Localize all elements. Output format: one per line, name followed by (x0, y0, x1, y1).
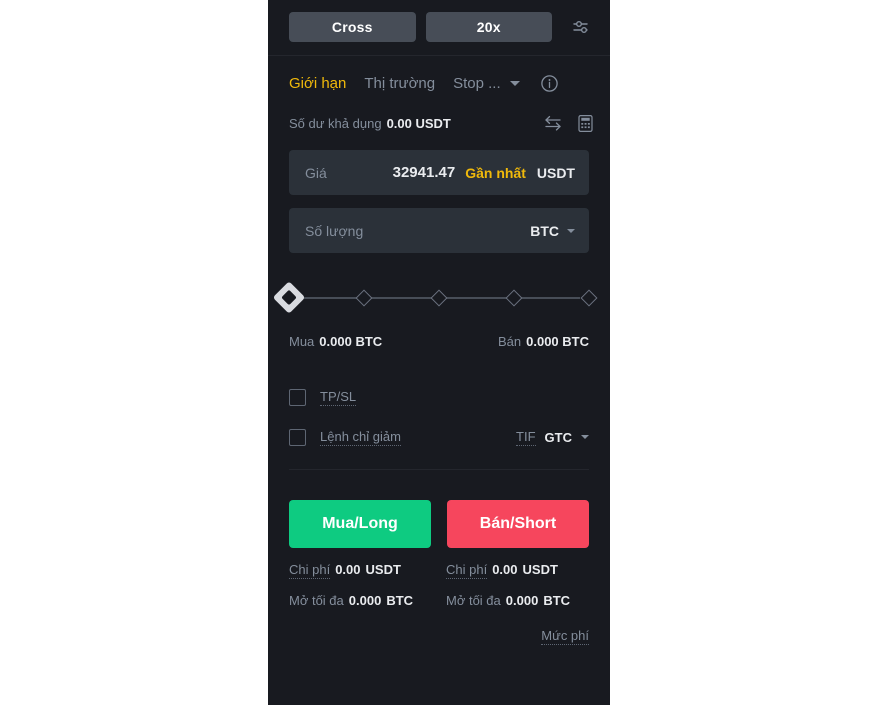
sell-max-group: Mở tối đa 0.000 BTC (432, 593, 589, 608)
buy-cost-unit: USDT (365, 562, 401, 577)
reduce-only-row: Lệnh chỉ giảm TIF GTC (289, 417, 589, 457)
info-circle-icon[interactable] (540, 74, 559, 93)
price-input[interactable]: 32941.47 (327, 164, 465, 181)
buy-qty-label: Mua (289, 334, 315, 349)
tif-value[interactable]: GTC (545, 430, 572, 445)
max-row: Mở tối đa 0.000 BTC Mở tối đa 0.000 BTC (289, 593, 589, 608)
tab-stop[interactable]: Stop ... (453, 75, 520, 92)
amount-input[interactable]: Số lượng (305, 223, 363, 239)
price-label: Giá (305, 164, 327, 181)
available-balance-label: Số dư khả dụng (289, 115, 382, 131)
reduce-only-checkbox[interactable] (289, 428, 306, 446)
tpsl-label[interactable]: TP/SL (320, 389, 357, 406)
buy-long-button[interactable]: Mua/Long (289, 500, 431, 548)
buy-max-value: 0.000 (348, 593, 382, 608)
action-buttons: Mua/Long Bán/Short (289, 500, 589, 548)
margin-mode-button[interactable]: Cross (289, 12, 416, 42)
buy-cost-value: 0.00 (335, 562, 361, 577)
fee-row: Mức phí (289, 628, 589, 645)
buy-qty-value: 0.000 BTC (319, 334, 383, 349)
sell-short-button[interactable]: Bán/Short (447, 500, 589, 548)
sell-max-label: Mở tối đa (446, 593, 501, 608)
amount-percent-slider[interactable] (272, 281, 598, 314)
sell-cost-label[interactable]: Chi phí (446, 562, 488, 579)
available-balance-value: 0.00 USDT (386, 115, 451, 131)
price-field[interactable]: Giá 32941.47 Gần nhất USDT (289, 150, 589, 195)
order-entry-panel: Cross 20x Giới hạn Thị trường Stop ... S… (268, 0, 610, 705)
sell-cost-value: 0.00 (492, 562, 518, 577)
fee-link[interactable]: Mức phí (541, 628, 589, 645)
tpsl-row: TP/SL (289, 377, 589, 417)
sell-qty-value: 0.000 BTC (526, 334, 589, 349)
sell-max-value: 0.000 (505, 593, 539, 608)
buy-max-group: Mở tối đa 0.000 BTC (289, 593, 432, 608)
tab-limit[interactable]: Giới hạn (289, 75, 346, 92)
tab-stop-label: Stop ... (453, 75, 501, 92)
tif-label[interactable]: TIF (516, 429, 536, 446)
chevron-down-icon[interactable] (581, 435, 589, 439)
price-unit: USDT (536, 164, 575, 181)
sell-cost-group: Chi phí 0.00 USDT (432, 562, 589, 579)
price-last-button[interactable]: Gần nhất (465, 165, 526, 181)
tab-market[interactable]: Thị trường (364, 75, 435, 92)
cost-row: Chi phí 0.00 USDT Chi phí 0.00 USDT (289, 562, 589, 579)
leverage-button[interactable]: 20x (425, 12, 552, 42)
order-type-tabs: Giới hạn Thị trường Stop ... (268, 56, 610, 107)
buy-cost-label[interactable]: Chi phí (289, 562, 331, 579)
tif-group: TIF GTC (516, 429, 589, 446)
sliders-icon[interactable] (568, 14, 594, 40)
balance-actions (543, 114, 594, 133)
amount-field[interactable]: Số lượng BTC (289, 208, 589, 253)
sell-qty-label: Bán (497, 334, 522, 349)
screenshot-root: Cross 20x Giới hạn Thị trường Stop ... S… (0, 0, 886, 705)
tpsl-checkbox[interactable] (289, 388, 306, 406)
available-balance-row: Số dư khả dụng 0.00 USDT (268, 107, 610, 137)
chevron-down-icon[interactable] (567, 228, 575, 233)
chevron-down-icon[interactable] (509, 81, 520, 86)
buy-cost-group: Chi phí 0.00 USDT (289, 562, 432, 579)
slider-step-50[interactable] (430, 289, 448, 307)
slider-step-75[interactable] (505, 289, 523, 307)
amount-unit-selector[interactable]: BTC (530, 223, 575, 239)
amount-unit-label: BTC (530, 222, 559, 239)
calculator-icon[interactable] (577, 114, 594, 133)
buy-max-unit: BTC (386, 593, 414, 608)
options-divider (289, 469, 589, 470)
sell-qty-group: Bán 0.000 BTC (498, 334, 589, 349)
slider-handle[interactable] (272, 281, 306, 314)
slider-step-100[interactable] (580, 289, 598, 307)
buy-max-label: Mở tối đa (289, 593, 344, 608)
sell-max-unit: BTC (543, 593, 571, 608)
swap-arrows-icon[interactable] (543, 114, 563, 132)
sell-cost-unit: USDT (522, 562, 558, 577)
slider-step-25[interactable] (355, 289, 373, 307)
reduce-only-label[interactable]: Lệnh chỉ giảm (320, 429, 401, 446)
leverage-row: Cross 20x (268, 0, 610, 55)
quantity-summary-row: Mua 0.000 BTC Bán 0.000 BTC (289, 334, 589, 349)
